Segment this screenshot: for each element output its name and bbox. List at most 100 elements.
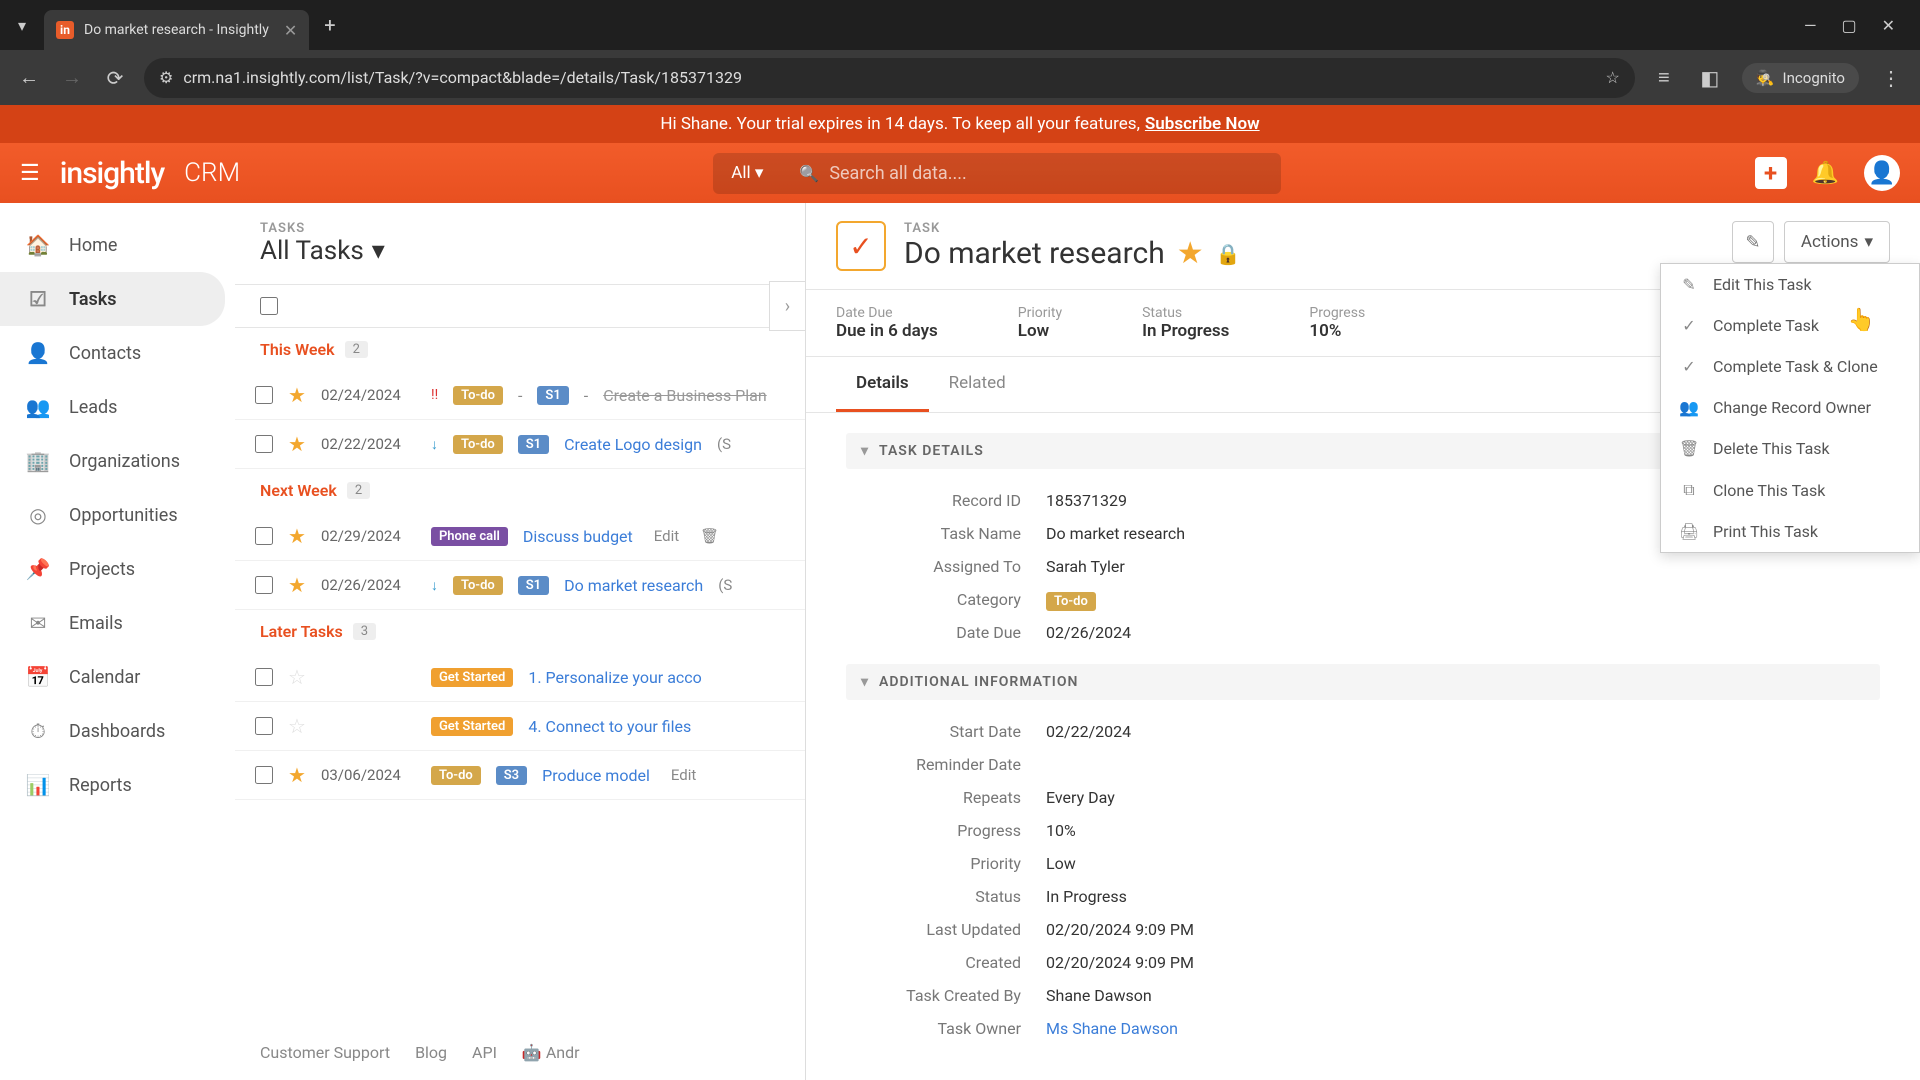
logo[interactable]: insightly	[60, 156, 164, 191]
field-label: Last Updated	[846, 920, 1046, 939]
sidebar-item-projects[interactable]: 📌Projects	[0, 542, 235, 596]
trash-icon[interactable]: 🗑	[700, 527, 719, 545]
task-row[interactable]: ★ 03/06/2024 To-do S3 Produce model Edit	[235, 751, 805, 800]
footer-support-link[interactable]: Customer Support	[260, 1043, 390, 1062]
task-link[interactable]: 1. Personalize your acco	[528, 668, 701, 687]
back-button[interactable]: ←	[15, 64, 43, 92]
task-row[interactable]: ☆ Get Started 1. Personalize your acco	[235, 653, 805, 702]
footer-blog-link[interactable]: Blog	[415, 1043, 447, 1062]
menu-print-task[interactable]: 🖨Print This Task	[1661, 511, 1919, 552]
task-row[interactable]: ★ 02/24/2024 ‼ To-do - S1 - Create a Bus…	[235, 371, 805, 420]
maximize-icon[interactable]: ▢	[1841, 16, 1856, 35]
subscribe-link[interactable]: Subscribe Now	[1145, 114, 1260, 134]
site-settings-icon[interactable]: ⚙	[159, 68, 173, 87]
star-icon[interactable]: ★	[288, 573, 306, 597]
menu-edit-task[interactable]: ✎Edit This Task	[1661, 264, 1919, 305]
badge-phone: Phone call	[431, 527, 508, 546]
sidebar-item-reports[interactable]: 📊Reports	[0, 758, 235, 812]
forward-button[interactable]: →	[58, 64, 86, 92]
sidebar-item-emails[interactable]: ✉Emails	[0, 596, 235, 650]
section-additional-info[interactable]: ▾ADDITIONAL INFORMATION	[846, 664, 1880, 700]
star-icon[interactable]: ★	[288, 763, 306, 787]
favorite-star-icon[interactable]: ★	[1177, 236, 1204, 271]
notifications-icon[interactable]: 🔔	[1812, 161, 1839, 186]
sidebar-item-leads[interactable]: 👥Leads	[0, 380, 235, 434]
close-window-icon[interactable]: ✕	[1882, 16, 1895, 35]
star-icon[interactable]: ★	[288, 524, 306, 548]
expand-pane-button[interactable]: ›	[769, 281, 805, 331]
sidebar-item-tasks[interactable]: ☑Tasks	[0, 272, 225, 326]
star-icon[interactable]: ☆	[288, 714, 306, 738]
task-checkbox[interactable]	[255, 576, 273, 594]
task-link[interactable]: 4. Connect to your files	[528, 717, 691, 736]
search-box[interactable]: 🔍	[781, 153, 1281, 194]
menu-complete-clone[interactable]: ✓Complete Task & Clone	[1661, 346, 1919, 387]
task-link[interactable]: Produce model	[542, 766, 650, 785]
incognito-badge[interactable]: 🕵 Incognito	[1742, 63, 1859, 93]
task-row[interactable]: ★ 02/22/2024 ↓ To-do S1 Create Logo desi…	[235, 420, 805, 469]
task-checkbox[interactable]	[255, 668, 273, 686]
actions-dropdown-button[interactable]: Actions▾	[1784, 221, 1890, 263]
task-checkbox[interactable]	[255, 435, 273, 453]
task-link[interactable]: Do market research	[564, 576, 703, 595]
task-checkbox[interactable]	[255, 717, 273, 735]
sidebar-item-home[interactable]: 🏠Home	[0, 218, 235, 272]
browser-tab[interactable]: in Do market research - Insightly ✕	[44, 10, 309, 50]
star-icon[interactable]: ★	[288, 383, 306, 407]
summary-priority-value: Low	[1018, 321, 1062, 341]
field-value: 02/22/2024	[1046, 722, 1131, 741]
task-row[interactable]: ★ 02/29/2024 Phone call Discuss budget E…	[235, 512, 805, 561]
avatar[interactable]: 👤	[1864, 155, 1900, 191]
field-label: Status	[846, 887, 1046, 906]
search-scope-dropdown[interactable]: All ▾	[713, 153, 781, 194]
reload-button[interactable]: ⟳	[101, 64, 129, 92]
minimize-icon[interactable]: —	[1804, 16, 1817, 35]
footer-android-link[interactable]: 🤖 Andr	[522, 1043, 580, 1062]
task-link[interactable]: Create Logo design	[564, 435, 702, 454]
task-row[interactable]: ★ 02/26/2024 ↓ To-do S1 Do market resear…	[235, 561, 805, 610]
star-icon[interactable]: ★	[288, 432, 306, 456]
task-checkbox[interactable]	[255, 766, 273, 784]
tab-close-icon[interactable]: ✕	[284, 21, 297, 40]
tab-list-dropdown[interactable]: ▾	[10, 13, 34, 37]
menu-complete-task[interactable]: ✓Complete Task	[1661, 305, 1919, 346]
sidebar-item-calendar[interactable]: 📅Calendar	[0, 650, 235, 704]
star-icon[interactable]: ☆	[288, 665, 306, 689]
sidebar-item-dashboards[interactable]: ⏱Dashboards	[0, 704, 235, 758]
task-row[interactable]: ☆ Get Started 4. Connect to your files	[235, 702, 805, 751]
select-all-checkbox[interactable]	[260, 297, 278, 315]
task-checkbox[interactable]	[255, 527, 273, 545]
task-link[interactable]: Create a Business Plan	[603, 386, 767, 405]
menu-delete-task[interactable]: 🗑Delete This Task	[1661, 428, 1919, 469]
tab-details[interactable]: Details	[836, 357, 929, 412]
sidebar-item-contacts[interactable]: 👤Contacts	[0, 326, 235, 380]
task-checkbox[interactable]	[255, 386, 273, 404]
url-box[interactable]: ⚙ crm.na1.insightly.com/list/Task/?v=com…	[144, 58, 1635, 98]
add-button[interactable]: +	[1755, 157, 1787, 189]
tab-related[interactable]: Related	[929, 357, 1026, 412]
task-link[interactable]: Discuss budget	[523, 527, 633, 546]
edit-link[interactable]: Edit	[671, 766, 696, 784]
menu-change-owner[interactable]: 👥Change Record Owner	[1661, 387, 1919, 428]
bookmark-star-icon[interactable]: ☆	[1606, 68, 1620, 87]
field-value: To-do	[1046, 590, 1096, 609]
hamburger-icon[interactable]: ☰	[20, 161, 40, 186]
task-owner-link[interactable]: Ms Shane Dawson	[1046, 1019, 1178, 1038]
footer-api-link[interactable]: API	[472, 1043, 497, 1062]
sidebar-item-opportunities[interactable]: ◎Opportunities	[0, 488, 235, 542]
list-subtitle: TASKS	[260, 221, 780, 236]
new-tab-button[interactable]: +	[324, 13, 335, 37]
edit-icon-button[interactable]: ✎	[1732, 221, 1774, 263]
menu-clone-task[interactable]: ⧉Clone This Task	[1661, 469, 1919, 511]
search-icon: 🔍	[799, 164, 819, 183]
list-title-dropdown[interactable]: All Tasks▾	[260, 236, 780, 266]
incognito-label: Incognito	[1783, 69, 1845, 87]
browser-menu-icon[interactable]: ⋮	[1877, 64, 1905, 92]
edit-link[interactable]: Edit	[654, 527, 679, 545]
extensions-icon[interactable]: ≡	[1650, 64, 1678, 92]
field-label: Record ID	[846, 491, 1046, 510]
side-panel-icon[interactable]: ◧	[1696, 64, 1724, 92]
summary-progress-label: Progress	[1309, 305, 1365, 321]
search-input[interactable]	[829, 163, 1263, 184]
sidebar-item-organizations[interactable]: 🏢Organizations	[0, 434, 235, 488]
